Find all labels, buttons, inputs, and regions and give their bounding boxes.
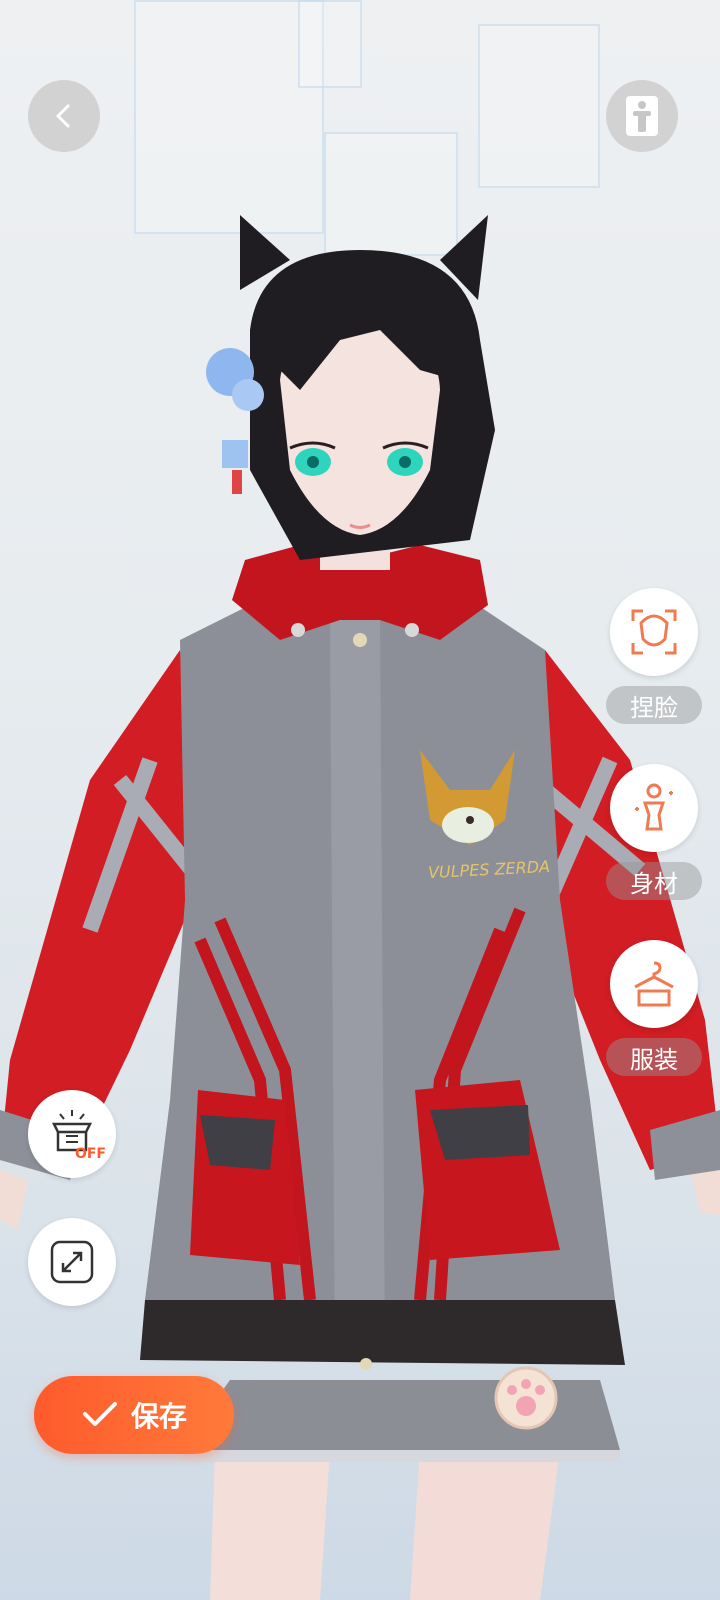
outfit-label: 服装 <box>606 1038 702 1076</box>
face-edit-button[interactable] <box>610 588 698 676</box>
save-label: 保存 <box>130 1400 187 1433</box>
body-edit-label: 身材 <box>606 862 702 900</box>
fullscreen-button[interactable] <box>28 1218 116 1306</box>
body-shape-icon <box>635 783 673 831</box>
lighting-toggle-button[interactable]: OFF <box>28 1090 116 1178</box>
outfit-button[interactable] <box>610 940 698 1028</box>
check-icon <box>82 1402 117 1426</box>
pose-button[interactable] <box>606 80 678 152</box>
save-button[interactable]: 保存 <box>34 1376 234 1454</box>
back-button[interactable] <box>28 80 100 152</box>
face-scan-icon <box>631 609 677 655</box>
chevron-left-icon <box>56 104 70 128</box>
clothes-hanger-icon <box>634 961 674 1007</box>
face-edit-label: 捏脸 <box>606 686 702 724</box>
body-edit-button[interactable] <box>610 764 698 852</box>
expand-icon <box>50 1240 94 1284</box>
off-badge: OFF <box>74 1146 106 1162</box>
person-stand-icon <box>626 96 658 136</box>
